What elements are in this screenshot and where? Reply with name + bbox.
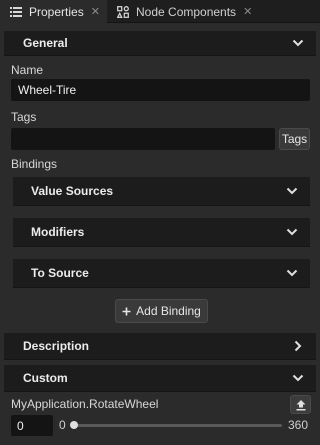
tab-properties-label: Properties (29, 4, 84, 19)
description-section-title: Description (23, 339, 90, 353)
custom-section-header[interactable]: Custom (4, 365, 316, 392)
slider-thumb[interactable] (70, 421, 78, 429)
general-section-header[interactable]: General (4, 31, 316, 56)
bindings-label: Bindings (11, 157, 58, 171)
node-components-icon (117, 5, 129, 18)
value-sources-header[interactable]: Value Sources (13, 177, 310, 206)
tab-node-components-label: Node Components (136, 4, 237, 19)
publish-button[interactable] (290, 395, 311, 414)
plus-icon (122, 307, 131, 315)
chevron-down-icon (292, 39, 304, 47)
rotate-value-input[interactable]: 0 (11, 415, 53, 436)
slider-min-label: 0 (59, 418, 66, 432)
tags-label: Tags (11, 110, 37, 124)
value-sources-title: Value Sources (31, 184, 114, 198)
chevron-down-icon (286, 269, 298, 277)
add-binding-label: Add Binding (136, 304, 201, 318)
chevron-down-icon (286, 187, 298, 195)
custom-property-label: MyApplication.RotateWheel (11, 397, 159, 411)
tags-button[interactable]: Tags (279, 128, 310, 150)
tab-node-components[interactable]: Node Components ✕ (109, 0, 259, 23)
modifiers-title: Modifiers (31, 225, 85, 239)
chevron-down-icon (286, 228, 298, 236)
name-input[interactable]: Wheel-Tire (11, 79, 310, 101)
chevron-right-icon (294, 340, 302, 352)
tab-properties[interactable]: Properties ✕ (0, 0, 107, 23)
close-icon[interactable]: ✕ (91, 5, 100, 18)
description-section-header[interactable]: Description (4, 333, 316, 360)
to-source-title: To Source (31, 266, 89, 280)
upload-icon (296, 399, 305, 410)
general-section-title: General (23, 36, 68, 50)
to-source-header[interactable]: To Source (13, 259, 310, 288)
rotate-slider[interactable] (73, 424, 282, 427)
modifiers-header[interactable]: Modifiers (13, 218, 310, 247)
tab-bar: Properties ✕ Node Components ✕ (0, 0, 320, 23)
name-label: Name (11, 63, 44, 77)
tags-input[interactable] (11, 128, 275, 150)
custom-section-title: Custom (23, 371, 68, 385)
add-binding-button[interactable]: Add Binding (115, 299, 208, 323)
close-icon[interactable]: ✕ (243, 5, 252, 18)
chevron-down-icon (292, 374, 304, 382)
slider-max-label: 360 (288, 418, 309, 432)
list-icon (10, 6, 22, 18)
